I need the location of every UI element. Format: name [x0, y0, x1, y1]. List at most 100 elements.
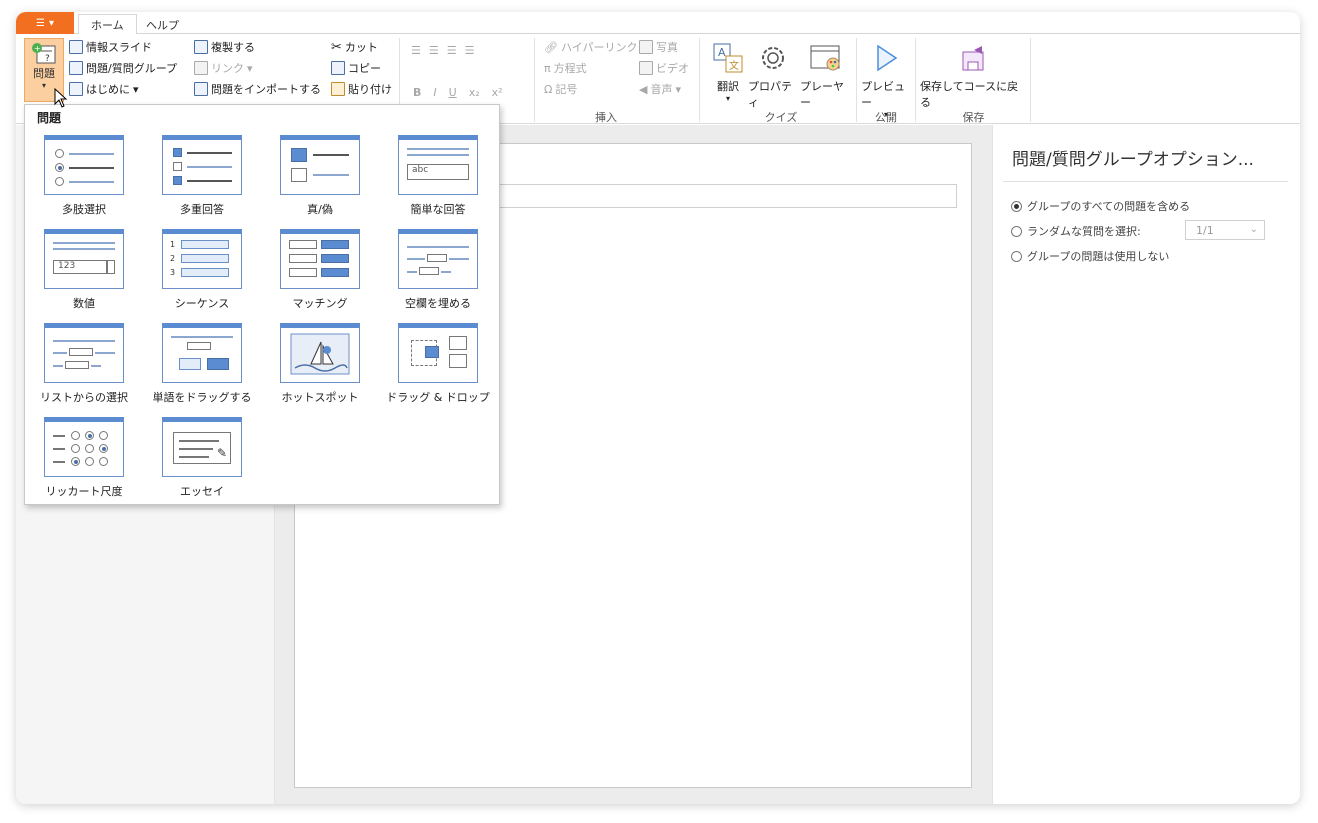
qtype-fill-in-blank[interactable]: 空欄を埋める — [383, 229, 493, 317]
equation-button[interactable]: π 方程式 — [544, 60, 587, 76]
question-type-menu: 問題 多肢選択 多重回答 真/偽 abc 簡単な回答 123 数値 1 2 3 … — [24, 104, 500, 505]
superscript-button[interactable]: x² — [492, 86, 503, 99]
numbered-list-icon[interactable]: ☰ — [429, 44, 439, 57]
qtype-short-answer[interactable]: abc 簡単な回答 — [383, 135, 493, 223]
qtype-true-false[interactable]: 真/偽 — [265, 135, 375, 223]
copy-button[interactable]: コピー — [331, 60, 381, 76]
link-button[interactable]: リンク ▾ — [194, 60, 253, 76]
font-format-buttons: B I U x₂ x² — [413, 86, 503, 99]
duplicate-button[interactable]: 複製する — [194, 39, 255, 55]
paste-icon — [331, 82, 345, 96]
ribbon-separator — [1030, 38, 1031, 122]
import-icon — [194, 82, 208, 96]
select-from-list-icon — [44, 323, 124, 383]
video-button[interactable]: ビデオ — [639, 60, 689, 76]
audio-button[interactable]: ◀︎ 音声 ▾ — [639, 81, 681, 97]
qtype-drag-drop[interactable]: ドラッグ & ドロップ — [383, 323, 493, 411]
info-slide-icon — [69, 40, 83, 54]
radio-button[interactable] — [1011, 200, 1022, 212]
svg-text:?: ? — [45, 54, 50, 64]
fill-in-blank-icon — [398, 229, 478, 289]
tab-home[interactable]: ホーム — [78, 14, 137, 35]
option-use-none[interactable]: グループの問題は使用しない — [1011, 248, 1169, 264]
short-answer-icon: abc — [398, 135, 478, 195]
hotspot-icon — [280, 323, 360, 383]
qtype-multiple-response[interactable]: 多重回答 — [147, 135, 257, 223]
qtype-numeric[interactable]: 123 数値 — [29, 229, 139, 317]
multiple-response-icon — [162, 135, 242, 195]
qtype-essay[interactable]: ✎ エッセイ — [147, 417, 257, 505]
group-label-quiz: クイズ — [764, 111, 798, 124]
indent-decrease-icon[interactable]: ☰ — [447, 44, 457, 57]
ribbon-separator — [534, 38, 535, 122]
link-icon — [194, 61, 208, 75]
qtype-multiple-choice[interactable]: 多肢選択 — [29, 135, 139, 223]
essay-icon: ✎ — [162, 417, 242, 477]
file-menu-button[interactable]: ☰ ▾ — [16, 12, 74, 34]
drag-drop-icon — [398, 323, 478, 383]
intro-button[interactable]: はじめに ▾ — [69, 81, 139, 97]
group-label-insert: 挿入 — [595, 111, 617, 124]
qtype-select-from-list[interactable]: リストからの選択 — [29, 323, 139, 411]
speaker-icon: ◀︎ — [639, 82, 648, 96]
paste-button[interactable]: 貼り付け — [331, 81, 392, 97]
bullet-list-icon[interactable]: ☰ — [411, 44, 421, 57]
cut-button[interactable]: ✂ カット — [331, 39, 378, 55]
radio-button[interactable] — [1011, 225, 1022, 237]
photo-button[interactable]: 写真 — [639, 39, 678, 55]
multiple-choice-icon — [44, 135, 124, 195]
option-random-select[interactable]: ランダムな質問を選択: — [1011, 223, 1141, 239]
pen-icon: ✎ — [217, 446, 228, 460]
translate-icon: A 文 — [713, 43, 743, 73]
tab-bar: ☰ ▾ ホーム ヘルプ — [16, 12, 1300, 35]
indent-increase-icon[interactable]: ☰ — [465, 44, 475, 57]
play-icon — [877, 44, 898, 72]
likert-scale-icon — [44, 417, 124, 477]
subscript-button[interactable]: x₂ — [469, 86, 480, 99]
qtype-hotspot[interactable]: ホットスポット — [265, 323, 375, 411]
chevron-down-icon: ▾ — [41, 81, 46, 90]
tab-help[interactable]: ヘルプ — [134, 14, 191, 35]
omega-icon: Ω — [544, 82, 553, 96]
player-button[interactable]: プレーヤー — [800, 42, 850, 110]
properties-button[interactable]: プロパティ — [748, 42, 798, 110]
qtype-word-bank[interactable]: 単語をドラッグする — [147, 323, 257, 411]
qtype-matching[interactable]: マッチング — [265, 229, 375, 317]
underline-button[interactable]: U — [449, 86, 457, 99]
symbol-button[interactable]: Ω 記号 — [544, 81, 577, 97]
menu-title: 問題 — [37, 111, 62, 125]
chevron-down-icon: ▾ — [247, 61, 253, 75]
save-return-button[interactable]: 保存してコースに戻る — [920, 42, 1028, 110]
svg-text:+: + — [34, 44, 41, 53]
intro-icon — [69, 82, 83, 96]
random-count-select[interactable]: 1/1 ⌄ — [1185, 220, 1265, 240]
option-include-all[interactable]: グループのすべての問題を含める — [1011, 198, 1190, 214]
preview-button[interactable]: プレビュー ▾ — [861, 42, 911, 119]
hyperlink-button[interactable]: 🔗︎ ハイパーリンク — [544, 39, 638, 55]
chevron-down-icon: ▾ — [48, 17, 54, 29]
question-button-label: 問題 — [33, 67, 55, 80]
radio-button[interactable] — [1011, 250, 1022, 262]
list-format-buttons: ☰ ☰ ☰ ☰ — [411, 44, 475, 57]
chevron-down-icon: ▾ — [133, 82, 139, 96]
group-label-publish: 公開 — [875, 111, 897, 124]
svg-text:文: 文 — [729, 59, 739, 72]
chevron-down-icon: ▾ — [675, 82, 681, 96]
question-group-button[interactable]: 問題/質問グループ — [69, 60, 177, 76]
qtype-likert-scale[interactable]: リッカート尺度 — [29, 417, 139, 505]
add-question-icon: ? + — [32, 43, 56, 64]
svg-text:A: A — [718, 46, 726, 59]
group-label-save: 保存 — [962, 111, 985, 124]
options-pane: 問題/質問グループオプション... グループのすべての問題を含める ランダムな質… — [992, 125, 1300, 804]
list-icon: ☰ — [36, 17, 45, 29]
question-text-field[interactable] — [495, 184, 957, 208]
true-false-icon — [280, 135, 360, 195]
info-slide-button[interactable]: 情報スライド — [69, 39, 152, 55]
bold-button[interactable]: B — [413, 86, 421, 99]
translate-button[interactable]: A 文 翻訳 ▾ — [710, 42, 746, 103]
import-questions-button[interactable]: 問題をインポートする — [194, 81, 321, 97]
italic-button[interactable]: I — [433, 86, 436, 99]
ribbon-separator — [699, 38, 700, 122]
photo-icon — [639, 40, 653, 54]
qtype-sequence[interactable]: 1 2 3 シーケンス — [147, 229, 257, 317]
